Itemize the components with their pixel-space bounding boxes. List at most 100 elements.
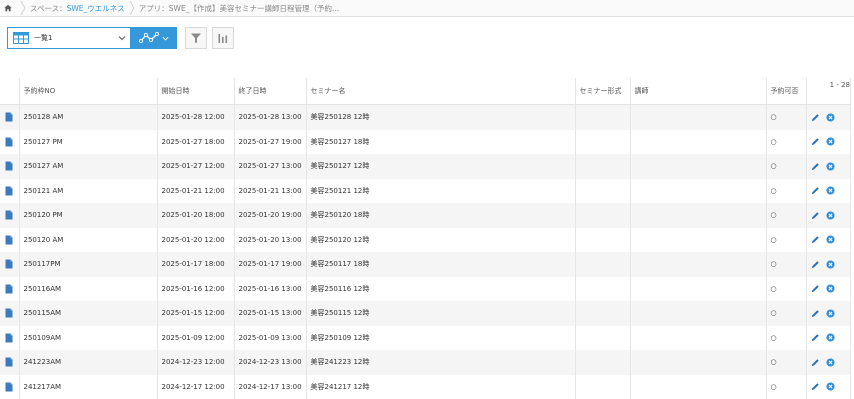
cell-seminar-format	[575, 105, 630, 130]
table-row[interactable]: 241217AM 2024-12-17 12:00 2024-12-17 13:…	[0, 375, 850, 399]
pencil-icon[interactable]	[811, 309, 820, 318]
table-row[interactable]: 250128 AM 2025-01-28 12:00 2025-01-28 13…	[0, 105, 850, 130]
column-header[interactable]: セミナー形式	[575, 78, 630, 105]
pencil-icon[interactable]	[811, 284, 820, 293]
table-row[interactable]: 250127 PM 2025-01-27 18:00 2025-01-27 19…	[0, 130, 850, 155]
table-row[interactable]: 250127 AM 2025-01-27 12:00 2025-01-27 13…	[0, 154, 850, 179]
cell-seminar-format	[575, 203, 630, 228]
cell-seminar-format	[575, 130, 630, 155]
cell-teacher	[630, 301, 766, 326]
cell-end-datetime: 2025-01-27 19:00	[234, 130, 306, 155]
table-row[interactable]: 250117PM 2025-01-17 18:00 2025-01-17 19:…	[0, 252, 850, 277]
view-selector[interactable]: 一覧1	[7, 27, 177, 49]
chart-button[interactable]	[212, 27, 234, 49]
delete-icon[interactable]	[826, 284, 835, 293]
delete-icon[interactable]	[826, 113, 835, 122]
delete-icon[interactable]	[826, 137, 835, 146]
delete-icon[interactable]	[826, 309, 835, 318]
cell-teacher	[630, 203, 766, 228]
cell-seminar-format	[575, 375, 630, 399]
delete-icon[interactable]	[826, 333, 835, 342]
delete-icon[interactable]	[826, 235, 835, 244]
cell-seminar-name: 美容250127 12時	[306, 154, 575, 179]
record-detail-link[interactable]	[0, 326, 19, 351]
pencil-icon[interactable]	[811, 235, 820, 244]
record-detail-link[interactable]	[0, 252, 19, 277]
cell-end-datetime: 2025-01-28 13:00	[234, 105, 306, 130]
table-row[interactable]: 241223AM 2024-12-23 12:00 2024-12-23 13:…	[0, 350, 850, 375]
filter-button[interactable]	[185, 27, 207, 49]
document-icon	[5, 235, 13, 245]
cell-seminar-format	[575, 179, 630, 204]
record-detail-link[interactable]	[0, 228, 19, 253]
cell-reservation-no: 250115AM	[19, 301, 157, 326]
cell-availability: ○	[766, 154, 806, 179]
record-detail-link[interactable]	[0, 350, 19, 375]
cell-start-datetime: 2024-12-17 12:00	[157, 375, 234, 399]
record-detail-link[interactable]	[0, 130, 19, 155]
pencil-icon[interactable]	[811, 260, 820, 269]
table-row[interactable]: 250121 AM 2025-01-21 12:00 2025-01-21 13…	[0, 179, 850, 204]
delete-icon[interactable]	[826, 211, 835, 220]
row-actions	[806, 375, 850, 399]
record-detail-link[interactable]	[0, 203, 19, 228]
record-detail-link[interactable]	[0, 277, 19, 302]
column-header[interactable]: 終了日時	[234, 78, 306, 105]
delete-icon[interactable]	[826, 358, 835, 367]
delete-icon[interactable]	[826, 186, 835, 195]
pencil-icon[interactable]	[811, 333, 820, 342]
record-detail-link[interactable]	[0, 375, 19, 399]
column-header[interactable]: セミナー名	[306, 78, 575, 105]
cell-availability: ○	[766, 203, 806, 228]
delete-icon[interactable]	[826, 382, 835, 391]
row-actions	[806, 301, 850, 326]
record-detail-link[interactable]	[0, 179, 19, 204]
records-table: 予約枠NO 開始日時 終了日時 セミナー名 セミナー形式 講師 予約可否 250…	[0, 78, 851, 399]
record-detail-link[interactable]	[0, 105, 19, 130]
cell-teacher	[630, 326, 766, 351]
document-icon	[5, 284, 13, 294]
pencil-icon[interactable]	[811, 211, 820, 220]
breadcrumb-space[interactable]: スペース：SWE_ウエルネス	[30, 3, 125, 14]
pencil-icon[interactable]	[811, 382, 820, 391]
cell-end-datetime: 2024-12-17 13:00	[234, 375, 306, 399]
cell-seminar-format	[575, 154, 630, 179]
cell-seminar-format	[575, 277, 630, 302]
cell-start-datetime: 2025-01-15 12:00	[157, 301, 234, 326]
graph-dropdown[interactable]	[131, 28, 176, 48]
row-actions	[806, 179, 850, 204]
cell-reservation-no: 250128 AM	[19, 105, 157, 130]
table-row[interactable]: 250116AM 2025-01-16 12:00 2025-01-16 13:…	[0, 277, 850, 302]
delete-icon[interactable]	[826, 260, 835, 269]
pencil-icon[interactable]	[811, 137, 820, 146]
view-dropdown[interactable]: 一覧1	[8, 28, 131, 48]
table-header-row: 予約枠NO 開始日時 終了日時 セミナー名 セミナー形式 講師 予約可否	[0, 78, 850, 105]
cell-start-datetime: 2025-01-17 18:00	[157, 252, 234, 277]
cell-end-datetime: 2025-01-16 13:00	[234, 277, 306, 302]
table-row[interactable]: 250115AM 2025-01-15 12:00 2025-01-15 13:…	[0, 301, 850, 326]
breadcrumb-space-link[interactable]: SWE_ウエルネス	[67, 4, 125, 13]
cell-start-datetime: 2025-01-16 12:00	[157, 277, 234, 302]
cell-reservation-no: 250121 AM	[19, 179, 157, 204]
cell-teacher	[630, 130, 766, 155]
column-header[interactable]: 予約枠NO	[19, 78, 157, 105]
graph-icon	[139, 32, 159, 44]
pencil-icon[interactable]	[811, 162, 820, 171]
column-header[interactable]: 開始日時	[157, 78, 234, 105]
table-row[interactable]: 250109AM 2025-01-09 12:00 2025-01-09 13:…	[0, 326, 850, 351]
home-icon[interactable]	[0, 0, 16, 16]
delete-icon[interactable]	[826, 162, 835, 171]
pencil-icon[interactable]	[811, 113, 820, 122]
pencil-icon[interactable]	[811, 186, 820, 195]
record-detail-link[interactable]	[0, 154, 19, 179]
cell-teacher	[630, 277, 766, 302]
table-view-icon	[13, 32, 29, 44]
cell-start-datetime: 2025-01-27 18:00	[157, 130, 234, 155]
pencil-icon[interactable]	[811, 358, 820, 367]
table-row[interactable]: 250120 AM 2025-01-20 12:00 2025-01-20 13…	[0, 228, 850, 253]
column-header[interactable]: 予約可否	[766, 78, 806, 105]
table-row[interactable]: 250120 PM 2025-01-20 18:00 2025-01-20 19…	[0, 203, 850, 228]
breadcrumb-app[interactable]: アプリ：SWE_【作成】美容セミナー講師日程管理（予約...	[139, 3, 339, 14]
column-header[interactable]: 講師	[630, 78, 766, 105]
record-detail-link[interactable]	[0, 301, 19, 326]
